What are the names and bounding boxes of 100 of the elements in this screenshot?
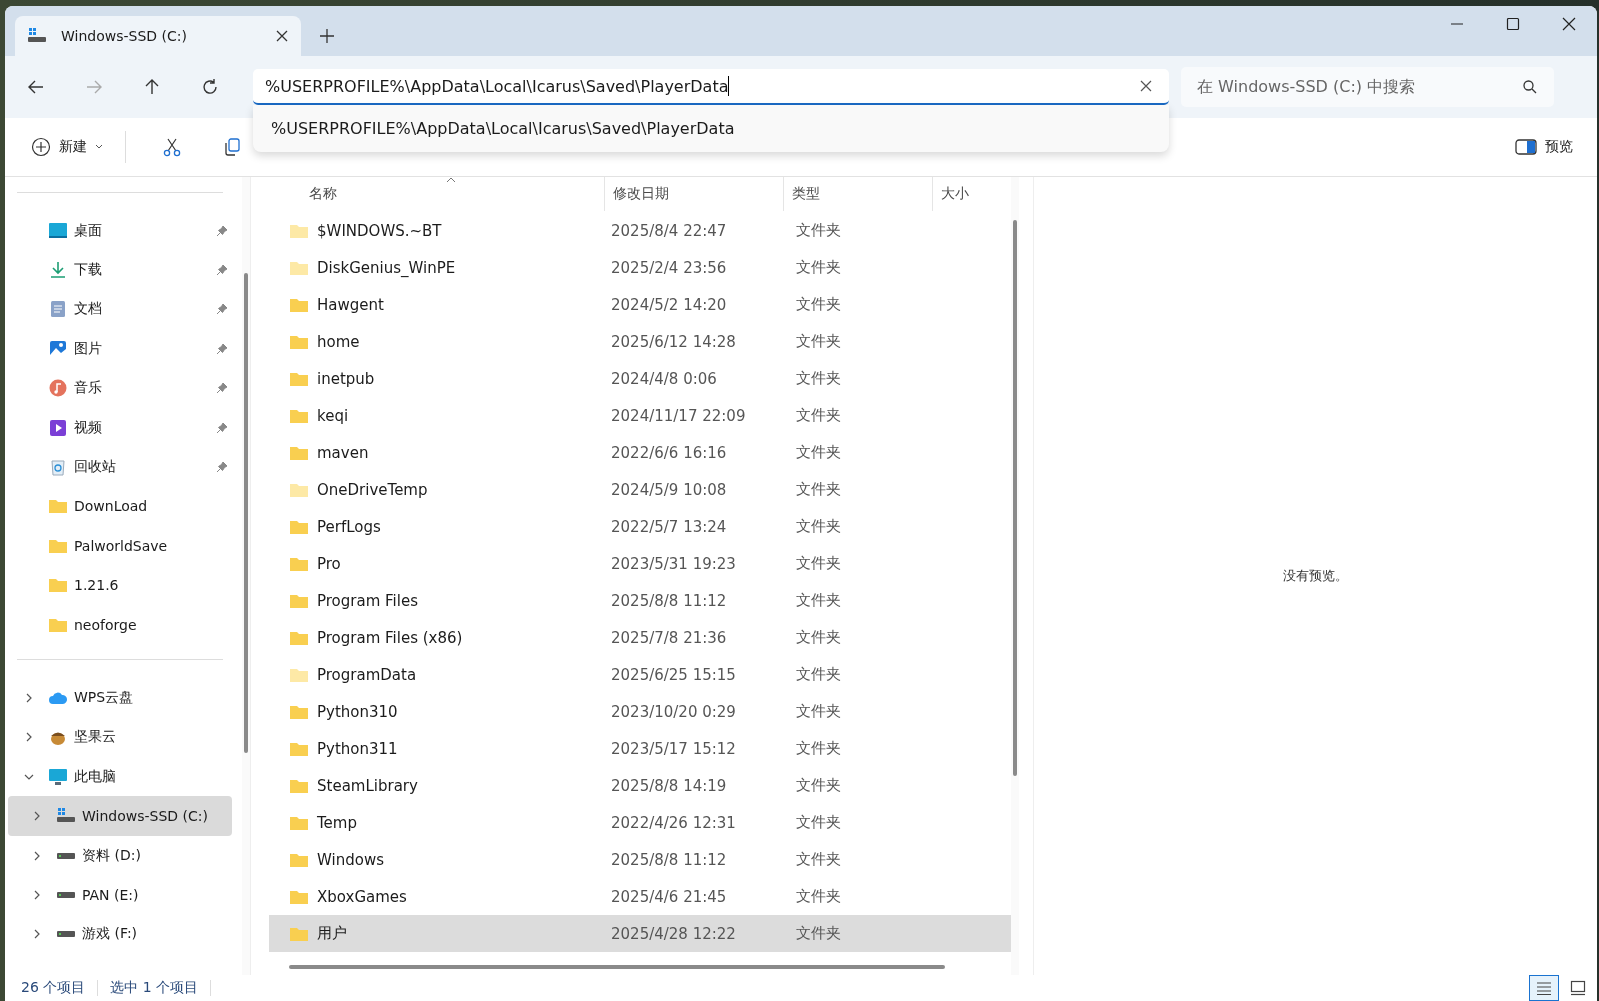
pin-icon[interactable] [216, 303, 228, 316]
item-count: 26 个项目 [21, 979, 86, 997]
file-row[interactable]: 用户 2025/4/28 12:22 文件夹 [269, 915, 1011, 952]
date-cell-text: 2025/2/4 23:56 [610, 258, 728, 277]
file-row[interactable]: Temp 2022/4/26 12:31 文件夹 [269, 804, 1011, 841]
type-cell-text: 文件夹 [795, 295, 841, 314]
file-name: Program Files (x86) [317, 628, 463, 647]
folder-icon [48, 498, 68, 515]
file-row[interactable]: Hawgent 2024/5/2 14:20 文件夹 [269, 286, 1011, 323]
file-name: XboxGames [317, 887, 407, 906]
column-header[interactable]: 类型 [784, 177, 933, 211]
new-button[interactable]: 新建 [25, 131, 109, 163]
file-row[interactable]: ProgramData 2025/6/25 15:15 文件夹 [269, 656, 1011, 693]
chevron-icon[interactable] [32, 850, 42, 861]
tree-item[interactable]: Windows-SSD (C:) [8, 796, 232, 836]
file-row[interactable]: Pro 2023/5/31 19:23 文件夹 [269, 545, 1011, 582]
up-arrow-icon[interactable] [143, 78, 161, 96]
tree-item[interactable]: 资料 (D:) [8, 835, 232, 876]
pin-icon[interactable] [216, 264, 228, 277]
type-cell-text: 文件夹 [795, 702, 841, 721]
tree-item[interactable]: 此电脑 [8, 757, 232, 797]
maximize-icon[interactable] [1505, 16, 1521, 32]
music-icon [49, 379, 67, 398]
sidebar-item[interactable]: 图片 [8, 329, 232, 369]
search-field[interactable]: 在 Windows-SSD (C:) 中搜索 [1181, 67, 1554, 107]
file-row[interactable]: keqi 2024/11/17 22:09 文件夹 [269, 397, 1011, 434]
date-cell-text: 2025/7/8 21:36 [610, 628, 728, 647]
close-icon[interactable] [1561, 16, 1577, 32]
pin-icon[interactable] [216, 382, 228, 395]
close-icon[interactable] [275, 29, 289, 43]
file-name: Hawgent [317, 295, 384, 314]
sidebar-item[interactable]: neoforge [8, 604, 232, 645]
plus-circle-icon [31, 137, 51, 157]
file-row[interactable]: Python310 2023/10/20 0:29 文件夹 [269, 693, 1011, 730]
sidebar-item[interactable]: 桌面 [8, 211, 232, 251]
tree-item[interactable]: 坚果云 [8, 717, 232, 758]
file-name: Python311 [317, 739, 398, 758]
file-row[interactable]: $WINDOWS.~BT 2025/8/4 22:47 文件夹 [269, 212, 1011, 249]
sidebar-item[interactable]: 下载 [8, 250, 232, 290]
date-cell-text: 2025/6/25 15:15 [610, 665, 737, 684]
new-tab-icon[interactable] [319, 28, 335, 44]
sidebar-item[interactable]: DownLoad [8, 486, 232, 527]
file-row[interactable]: inetpub 2024/4/8 0:06 文件夹 [269, 360, 1011, 397]
sidebar-item[interactable]: 视频 [8, 407, 232, 448]
pin-icon[interactable] [216, 461, 228, 474]
column-header[interactable]: 大小 [933, 177, 1011, 211]
preview-button[interactable]: 预览 [1509, 132, 1579, 162]
date-cell-text: 2022/6/6 16:16 [610, 443, 728, 462]
sidebar-item[interactable]: 文档 [8, 289, 232, 330]
back-arrow-icon[interactable] [27, 78, 45, 96]
file-name: Temp [317, 813, 357, 832]
tree-item[interactable]: WPS云盘 [8, 678, 232, 718]
tab[interactable]: Windows-SSD (C:) [15, 16, 301, 56]
pin-icon[interactable] [216, 224, 228, 237]
sidebar-item[interactable]: 音乐 [8, 368, 232, 408]
file-row[interactable]: maven 2022/6/6 16:16 文件夹 [269, 434, 1011, 471]
sidebar-item[interactable]: 回收站 [8, 447, 232, 487]
cut-icon[interactable] [162, 137, 182, 157]
sidebar-item[interactable]: 1.21.6 [8, 565, 232, 605]
file-row[interactable]: home 2025/6/12 14:28 文件夹 [269, 323, 1011, 360]
file-row[interactable]: OneDriveTemp 2024/5/9 10:08 文件夹 [269, 471, 1011, 508]
refresh-icon[interactable] [201, 78, 219, 96]
copy-icon[interactable] [222, 137, 242, 157]
date-cell-text: 2023/5/17 15:12 [610, 739, 737, 758]
sidebar-item[interactable]: PalworldSave [8, 526, 232, 566]
date-cell-text: 2024/5/9 10:08 [610, 480, 728, 499]
file-row[interactable]: XboxGames 2025/4/6 21:45 文件夹 [269, 878, 1011, 915]
pin-icon[interactable] [216, 421, 228, 434]
column-header[interactable]: 修改日期 [605, 177, 784, 211]
date-cell-text: 2025/4/6 21:45 [610, 887, 728, 906]
tree-item[interactable]: PAN (E:) [8, 875, 232, 915]
drive-icon [56, 851, 76, 860]
file-row[interactable]: Python311 2023/5/17 15:12 文件夹 [269, 730, 1011, 767]
file-row[interactable]: Windows 2025/8/8 11:12 文件夹 [269, 841, 1011, 878]
tree-item[interactable]: 游戏 (F:) [8, 914, 232, 955]
clear-icon[interactable] [1139, 79, 1153, 93]
chevron-icon[interactable] [24, 693, 34, 703]
download-icon [49, 261, 67, 280]
chevron-icon[interactable] [32, 811, 42, 822]
chevron-icon[interactable] [32, 889, 42, 900]
column-header[interactable]: 名称 [269, 177, 605, 211]
date-cell-text: 2024/11/17 22:09 [610, 406, 747, 425]
date-cell-text: 2025/8/8 11:12 [610, 850, 728, 869]
file-row[interactable]: DiskGenius_WinPE 2025/2/4 23:56 文件夹 [269, 249, 1011, 286]
file-row[interactable]: Program Files (x86) 2025/7/8 21:36 文件夹 [269, 619, 1011, 656]
chevron-icon[interactable] [32, 929, 42, 940]
details-view-button[interactable] [1529, 975, 1559, 1001]
list-icon [1536, 981, 1552, 995]
chevron-icon[interactable] [24, 732, 34, 743]
address-field[interactable]: %USERPROFILE%\AppData\Local\Icarus\Saved\PlayerData [253, 69, 1169, 105]
file-name: maven [317, 443, 369, 462]
file-row[interactable]: PerfLogs 2022/5/7 13:24 文件夹 [269, 508, 1011, 545]
file-row[interactable]: Program Files 2025/8/8 11:12 文件夹 [269, 582, 1011, 619]
file-row[interactable]: SteamLibrary 2025/8/8 14:19 文件夹 [269, 767, 1011, 804]
type-cell-text: 文件夹 [795, 443, 841, 462]
pin-icon[interactable] [216, 342, 228, 355]
folder-icon [48, 616, 68, 633]
date-cell-text: 2022/4/26 12:31 [610, 813, 737, 832]
drive-icon [56, 808, 76, 825]
file-name: Python310 [317, 702, 398, 721]
